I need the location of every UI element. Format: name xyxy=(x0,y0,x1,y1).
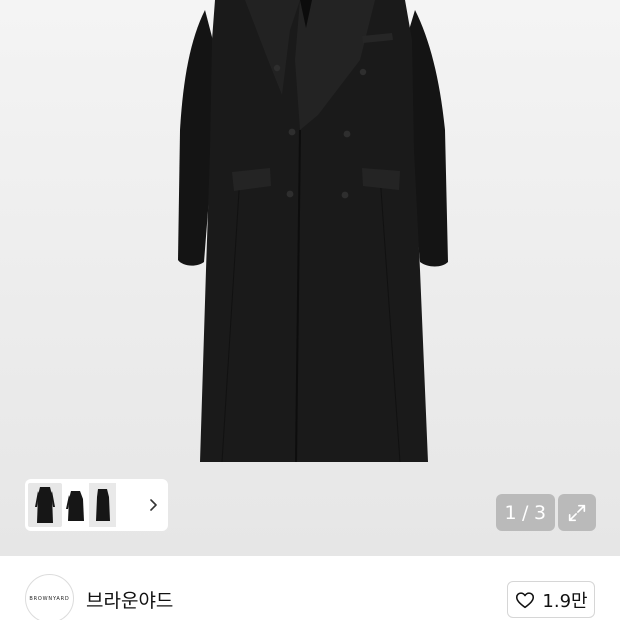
coat-illustration xyxy=(0,0,620,556)
chevron-right-icon[interactable] xyxy=(148,495,160,515)
like-count: 1.9만 xyxy=(542,590,588,612)
current-image-index: 1 xyxy=(504,501,518,524)
thumbnail-strip[interactable] xyxy=(25,479,168,531)
store-logo-avatar[interactable]: BROWNYARD xyxy=(25,574,74,620)
image-counter: 1 / 3 xyxy=(496,494,555,531)
store-name[interactable]: 브라운야드 xyxy=(86,586,173,613)
store-logo-text: BROWNYARD xyxy=(29,595,70,602)
product-detail-screen: 1 / 3 BROWNYARD 브라운야드 1.9만 xyxy=(0,0,620,620)
like-button[interactable]: 1.9만 xyxy=(507,581,595,618)
thumbnail-2[interactable] xyxy=(62,483,89,527)
thumbnail-coat-back-image xyxy=(89,483,116,527)
total-image-count: 3 xyxy=(533,501,547,524)
counter-separator: / xyxy=(522,501,529,524)
thumbnail-3[interactable] xyxy=(89,483,116,527)
thumbnail-coat-front-image xyxy=(35,487,55,523)
product-image[interactable]: 1 / 3 xyxy=(0,0,620,556)
expand-arrows-icon xyxy=(568,504,586,521)
heart-outline-icon xyxy=(516,591,535,608)
thumbnail-coat-side-image xyxy=(66,491,84,521)
thumbnail-1[interactable] xyxy=(28,483,62,527)
store-info-row: BROWNYARD 브라운야드 1.9만 xyxy=(0,556,620,620)
expand-image-button[interactable] xyxy=(558,494,596,531)
